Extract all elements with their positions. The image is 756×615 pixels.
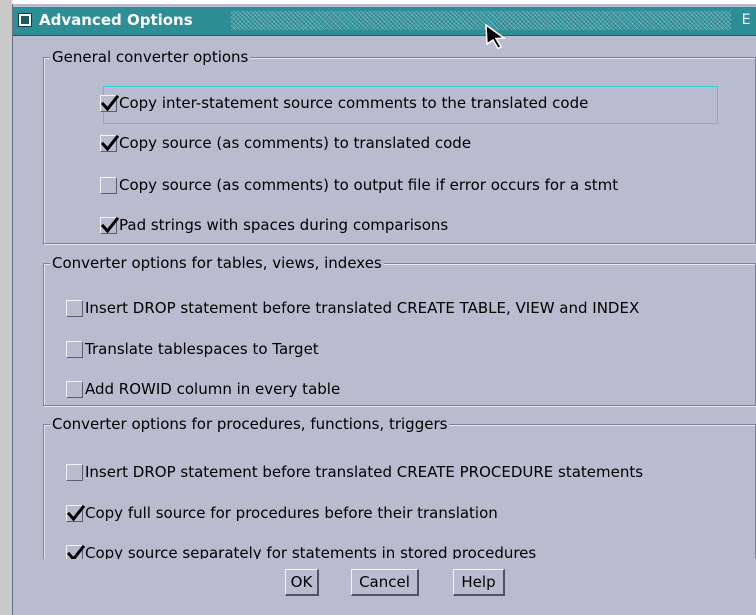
checkmark-icon: [66, 544, 86, 559]
checkmark-icon: [66, 504, 86, 521]
option-add-rowid[interactable]: Add ROWID column in every table: [66, 377, 340, 401]
option-copy-source-separately[interactable]: Copy source separately for statements in…: [66, 541, 536, 559]
cancel-button[interactable]: Cancel: [351, 569, 419, 596]
option-label: Translate tablespaces to Target: [85, 340, 319, 358]
option-label: Add ROWID column in every table: [85, 380, 341, 398]
checkmark-icon: [100, 216, 120, 233]
option-label: Pad strings with spaces during compariso…: [119, 216, 449, 234]
checkbox[interactable]: [66, 340, 83, 358]
option-label: Copy source separately for statements in…: [85, 544, 537, 559]
option-copy-inter-statement-comments[interactable]: Copy inter-statement source comments to …: [100, 91, 588, 115]
group-title: General converter options: [50, 48, 251, 66]
desktop-background: [0, 0, 12, 615]
mouse-pointer-icon: [485, 23, 507, 50]
option-label: Copy inter-statement source comments to …: [119, 94, 589, 112]
checkmark-icon: [100, 94, 120, 111]
option-copy-source-to-translated[interactable]: Copy source (as comments) to translated …: [100, 131, 471, 155]
option-label: Insert DROP statement before translated …: [85, 299, 640, 317]
ok-button[interactable]: OK: [285, 569, 319, 596]
checkbox[interactable]: [100, 216, 120, 234]
option-label: Copy source (as comments) to output file…: [119, 176, 619, 194]
option-insert-drop-table[interactable]: Insert DROP statement before translated …: [66, 296, 639, 320]
checkbox[interactable]: [66, 380, 83, 398]
option-pad-strings[interactable]: Pad strings with spaces during compariso…: [100, 213, 448, 237]
help-button[interactable]: Help: [453, 569, 505, 596]
option-label: Insert DROP statement before translated …: [85, 463, 644, 481]
option-label: Copy source (as comments) to translated …: [119, 134, 472, 152]
checkbox[interactable]: [100, 176, 117, 194]
checkbox[interactable]: [66, 463, 83, 481]
checkbox[interactable]: [66, 544, 86, 559]
option-copy-source-to-output-on-error[interactable]: Copy source (as comments) to output file…: [100, 173, 618, 197]
checkbox[interactable]: [66, 299, 83, 317]
advanced-options-dialog: Advanced Options E General converter opt…: [12, 4, 756, 615]
checkbox[interactable]: [66, 504, 86, 522]
procedures-functions-triggers-group: Converter options for procedures, functi…: [43, 415, 756, 559]
options-area: General converter options Converter opti…: [13, 4, 756, 559]
option-translate-tablespaces[interactable]: Translate tablespaces to Target: [66, 337, 319, 361]
option-insert-drop-procedure[interactable]: Insert DROP statement before translated …: [66, 460, 643, 484]
checkmark-icon: [100, 134, 120, 151]
option-label: Copy full source for procedures before t…: [85, 504, 498, 522]
group-title: Converter options for tables, views, ind…: [50, 254, 384, 272]
group-title: Converter options for procedures, functi…: [50, 415, 450, 433]
checkbox[interactable]: [100, 94, 120, 112]
checkbox[interactable]: [100, 134, 120, 152]
option-copy-full-source-procedures[interactable]: Copy full source for procedures before t…: [66, 501, 498, 525]
